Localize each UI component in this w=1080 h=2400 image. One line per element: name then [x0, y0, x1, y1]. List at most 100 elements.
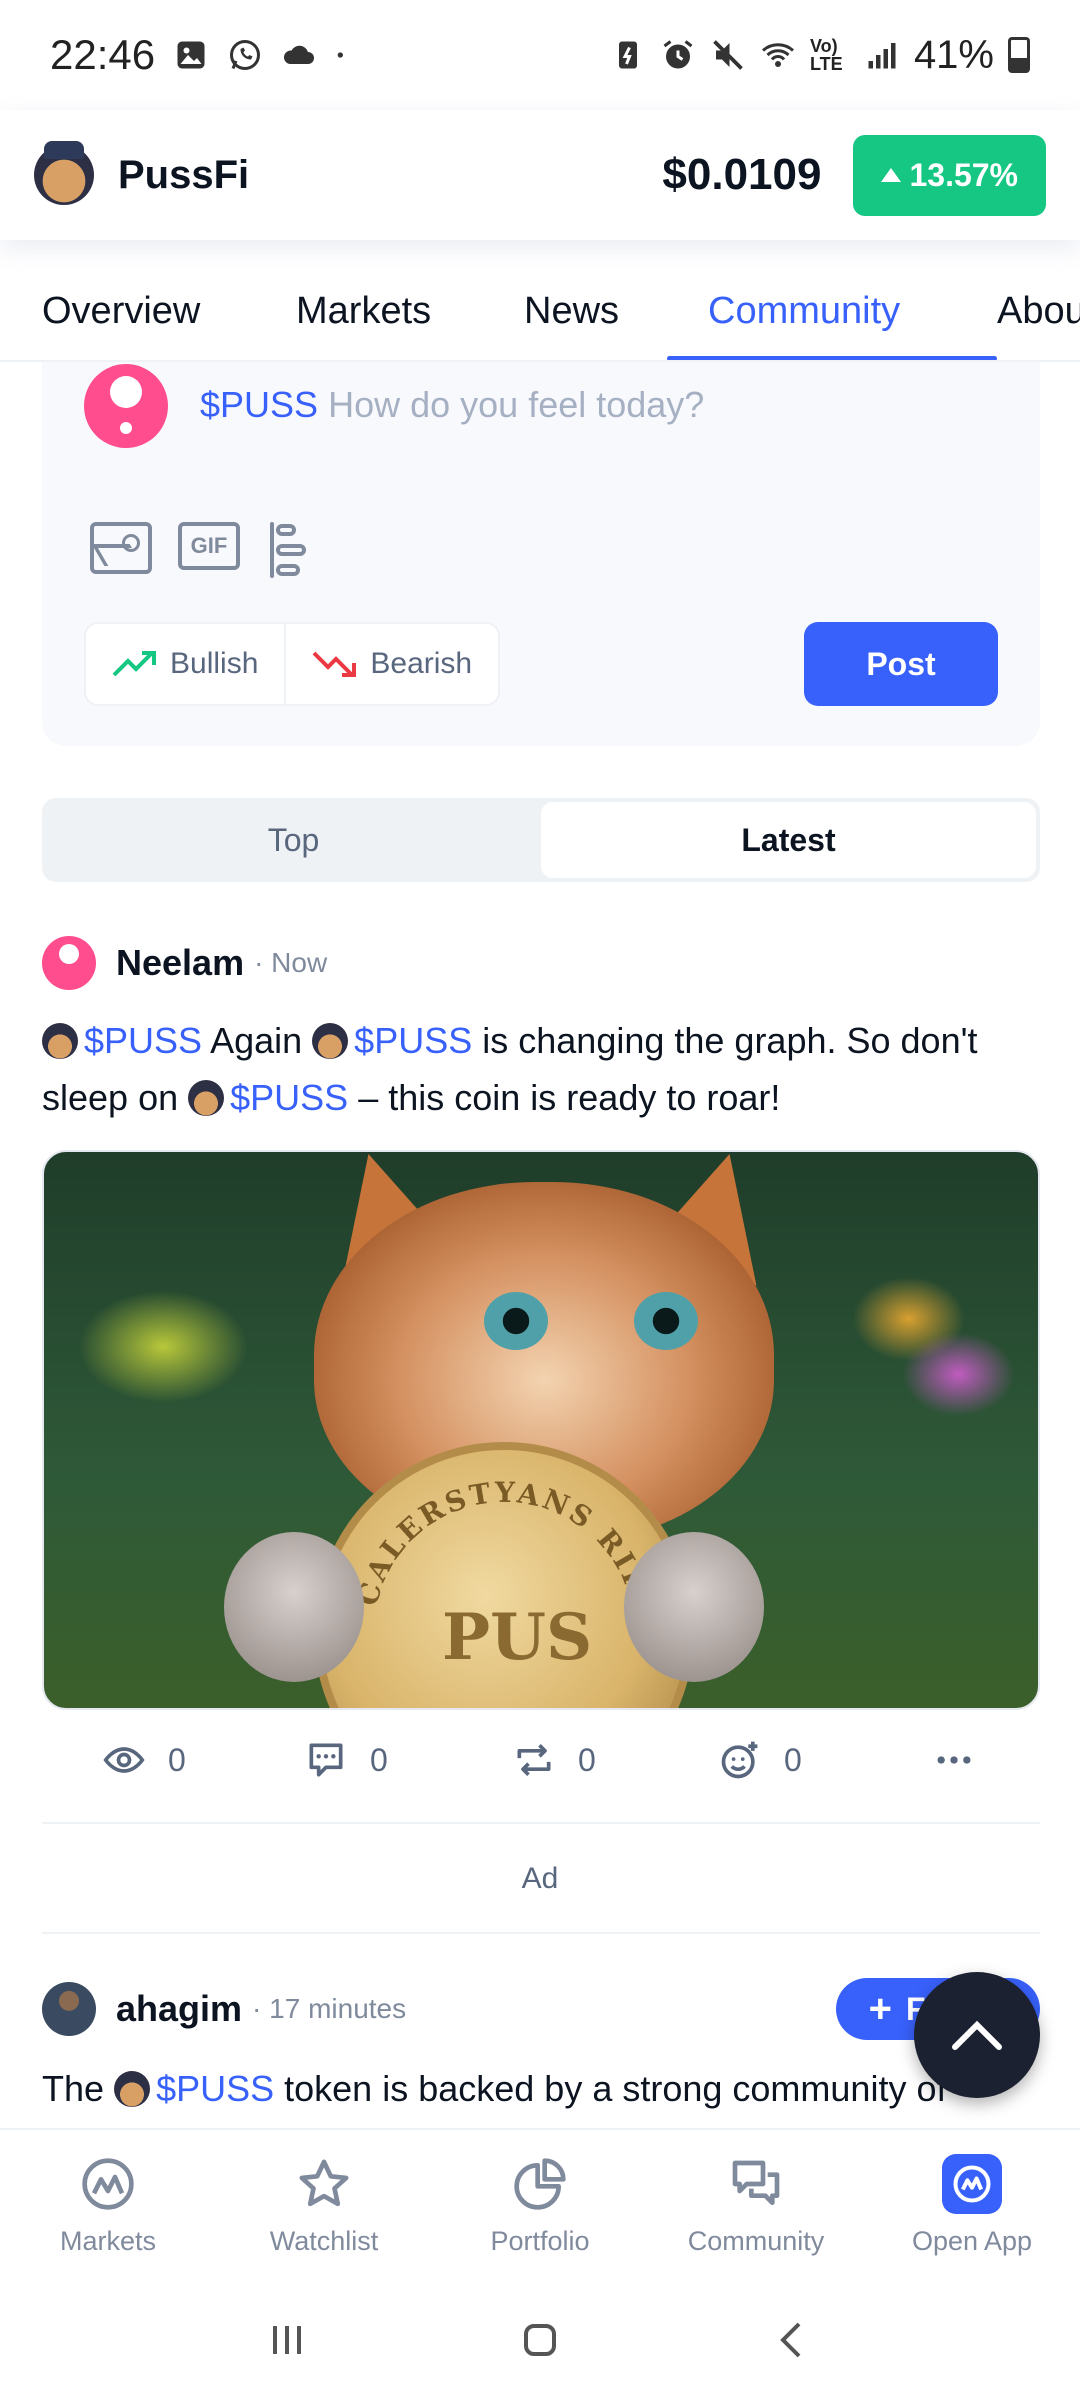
battery-percent: 41%: [913, 32, 994, 77]
composer-cashtag: $PUSS: [200, 384, 319, 425]
sort-latest-option[interactable]: Latest: [541, 802, 1036, 878]
cashtag-link[interactable]: $PUSS: [354, 1020, 472, 1061]
tab-overview[interactable]: Overview: [42, 290, 200, 333]
cashtag-link[interactable]: $PUSS: [230, 1077, 348, 1118]
views-stat: 0: [102, 1730, 186, 1790]
back-icon[interactable]: [769, 2316, 817, 2364]
sort-top-option[interactable]: Top: [46, 802, 541, 878]
post-author[interactable]: ahagim: [116, 1988, 242, 2030]
coin-name: PussFi: [118, 152, 250, 197]
views-count: 0: [168, 1741, 186, 1778]
nav-label: Portfolio: [490, 2225, 590, 2256]
dot-icon: [337, 52, 344, 58]
feed-sort-toggle: Top Latest: [42, 798, 1040, 882]
gif-icon[interactable]: GIF: [178, 522, 240, 570]
image-icon[interactable]: [90, 522, 152, 574]
divider: [42, 1932, 1040, 1934]
composer-placeholder: How do you feel today?: [328, 384, 705, 425]
home-icon[interactable]: [516, 2316, 564, 2364]
bearish-button[interactable]: Bearish: [284, 624, 498, 704]
price-change-value: 13.57%: [909, 156, 1018, 193]
post-time: · Now: [254, 947, 328, 978]
reactions-count: 0: [784, 1741, 802, 1778]
repost-icon: [517, 1744, 551, 1776]
reposts-count: 0: [578, 1741, 596, 1778]
cashtag-link[interactable]: $PUSS: [156, 2068, 274, 2109]
coin-logo-icon: [34, 141, 94, 205]
cat-paw: [224, 1532, 364, 1682]
nav-community[interactable]: Community: [648, 2130, 864, 2280]
bottom-navigation: Markets Watchlist Portfolio Community Op…: [0, 2128, 1080, 2280]
add-reaction-icon: [721, 1741, 758, 1779]
mute-icon: [713, 40, 743, 70]
tab-markets[interactable]: Markets: [296, 290, 431, 333]
post-composer: $PUSS How do you feel today? GIF Bullish…: [42, 362, 1040, 746]
plus-icon: +: [868, 1987, 893, 2031]
post-body: The $PUSS token is backed by a strong co…: [42, 2060, 1040, 2126]
status-time: 22:46: [50, 31, 156, 78]
more-icon: [937, 1756, 971, 1764]
cat-paw: [624, 1532, 764, 1682]
more-options-button[interactable]: [932, 1730, 976, 1790]
eye-icon: [103, 1747, 145, 1773]
author-avatar[interactable]: [42, 936, 96, 990]
status-bar: 22:46 Vo) LTE 41%: [0, 0, 1080, 110]
nav-label: Community: [687, 2225, 825, 2256]
scroll-to-top-button[interactable]: [914, 1972, 1040, 2098]
pie-chart-icon: [510, 2154, 570, 2214]
bullish-button[interactable]: Bullish: [86, 624, 284, 704]
comments-count: 0: [370, 1741, 388, 1778]
react-button[interactable]: 0: [718, 1730, 802, 1790]
tab-about[interactable]: Abou: [997, 290, 1080, 333]
author-avatar[interactable]: [42, 1982, 96, 2036]
composer-input[interactable]: $PUSS How do you feel today?: [200, 384, 704, 426]
wifi-icon: [761, 43, 794, 67]
nav-portfolio[interactable]: Portfolio: [432, 2130, 648, 2280]
post-text-segment: token is backed by a strong community of: [284, 2068, 947, 2109]
user-avatar: [84, 364, 168, 448]
comment-button[interactable]: 0: [304, 1730, 388, 1790]
coin-tabs: Overview Markets News Community Abou: [0, 270, 1080, 362]
tab-community[interactable]: Community: [708, 290, 900, 333]
poll-icon[interactable]: [270, 522, 314, 578]
divider: [42, 1822, 1040, 1824]
post-button[interactable]: Post: [804, 622, 998, 706]
post-header: ahagim · 17 minutes: [42, 1982, 406, 2036]
nav-label: Open App: [911, 2225, 1033, 2256]
post-author[interactable]: Neelam: [116, 942, 244, 984]
post-text-segment: Again: [210, 1020, 303, 1061]
nav-markets[interactable]: Markets: [0, 2130, 216, 2280]
cat-eye: [634, 1292, 698, 1350]
gallery-notification-icon: [177, 41, 205, 69]
battery-icon: [1008, 37, 1030, 73]
chevron-up-icon: [952, 2020, 1002, 2050]
coin-price: $0.0109: [662, 150, 822, 199]
tab-news[interactable]: News: [524, 290, 619, 333]
cloud-icon: [284, 45, 315, 64]
star-icon: [294, 2154, 354, 2214]
whatsapp-icon: [230, 40, 261, 70]
post-time: · 17 minutes: [252, 1993, 407, 2024]
network-type: Vo) LTE: [809, 36, 843, 74]
puss-coin-icon: [312, 1023, 349, 1059]
recent-apps-icon[interactable]: [263, 2316, 311, 2364]
ad-label: Ad: [521, 1862, 559, 1895]
bullish-label: Bullish: [170, 647, 259, 680]
post-text-segment: – this coin is ready to roar!: [358, 1077, 781, 1118]
nav-open-app[interactable]: Open App: [864, 2130, 1080, 2280]
repost-button[interactable]: 0: [512, 1730, 596, 1790]
cashtag-link[interactable]: $PUSS: [84, 1020, 202, 1061]
nav-label: Markets: [59, 2225, 157, 2256]
price-change-badge: 13.57%: [853, 134, 1046, 216]
system-navigation-bar: [0, 2280, 1080, 2400]
bearish-label: Bearish: [370, 647, 473, 680]
puss-coin-icon: [114, 2071, 151, 2107]
post-image[interactable]: CALERSTYANS RIRIT PUS: [42, 1150, 1040, 1710]
trend-down-icon: [312, 651, 357, 677]
nav-watchlist[interactable]: Watchlist: [216, 2130, 432, 2280]
puss-coin-icon: [188, 1080, 225, 1116]
coin-header: PussFi $0.0109 13.57%: [0, 110, 1080, 240]
post-actions: 0 0 0 0: [42, 1730, 1040, 1790]
nav-label: Watchlist: [269, 2225, 379, 2256]
signal-icon: [868, 43, 896, 69]
